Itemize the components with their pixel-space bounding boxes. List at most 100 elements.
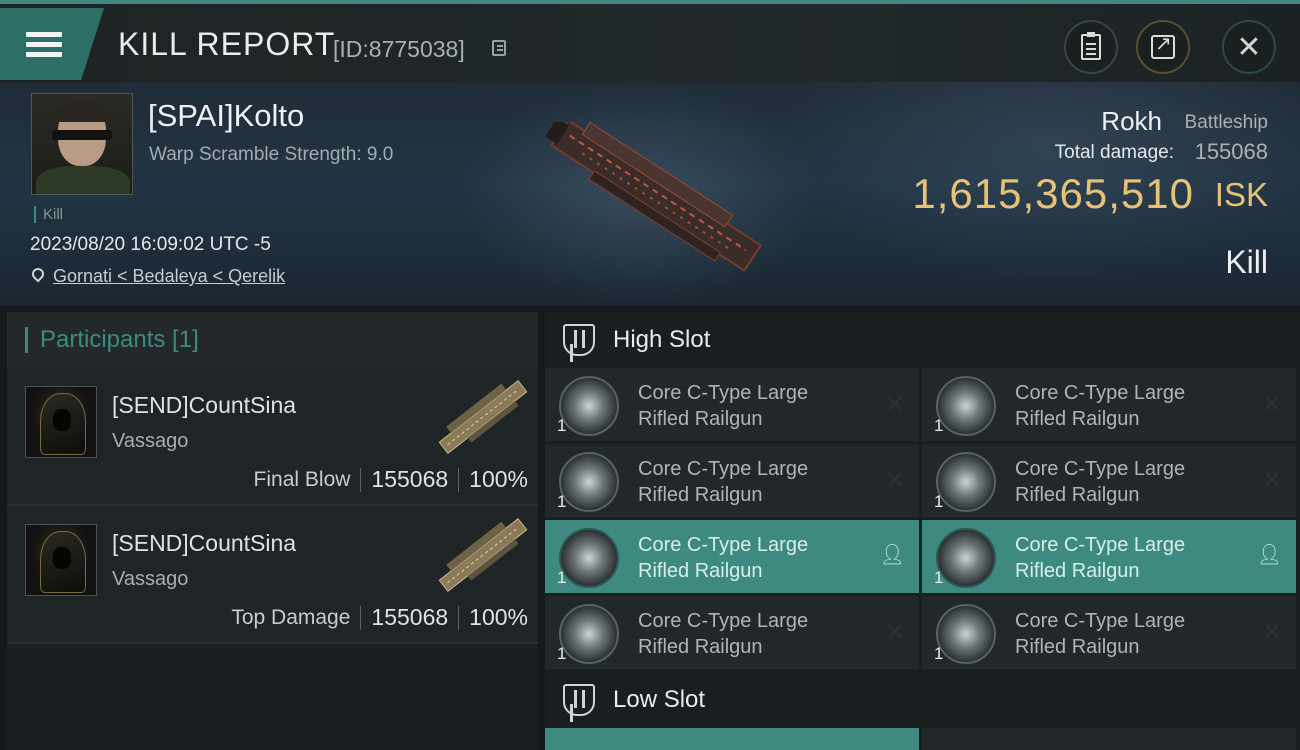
module-item[interactable]: 1 Core C-Type Large Rifled Railgun ✕ bbox=[922, 596, 1296, 669]
participants-header: Participants [1] bbox=[7, 312, 538, 368]
participant-card[interactable]: [SEND]CountSina Vassago Top Damage 15506… bbox=[7, 506, 538, 644]
destroyed-icon: ✕ bbox=[1261, 391, 1282, 418]
attacker-damage: 155068 bbox=[371, 604, 449, 630]
kill-result: Kill bbox=[1225, 244, 1268, 280]
low-slot-label: Low Slot bbox=[613, 686, 706, 713]
destroyed-icon: ✕ bbox=[1261, 467, 1282, 494]
attacker-damage-percent: 100% bbox=[469, 604, 528, 630]
railgun-icon bbox=[936, 452, 996, 512]
victim-ship-image[interactable] bbox=[530, 122, 780, 272]
railgun-icon bbox=[936, 604, 996, 664]
participants-title: Participants [1] bbox=[40, 326, 199, 353]
victim-ship-class: Battleship bbox=[1184, 112, 1268, 133]
module-quantity: 1 bbox=[934, 644, 944, 663]
low-slot-header: Low Slot bbox=[545, 672, 1300, 728]
isk-value: 1,615,365,510 bbox=[912, 170, 1194, 217]
location-pin-icon bbox=[29, 265, 47, 283]
victim-portrait[interactable] bbox=[31, 93, 133, 195]
module-name: Core C-Type Large Rifled Railgun bbox=[1015, 534, 1186, 582]
kill-tag: Kill bbox=[34, 206, 63, 223]
module-name: Core C-Type Large Rifled Railgun bbox=[638, 534, 809, 582]
railgun-icon bbox=[936, 528, 996, 588]
kill-id: [ID:8775038] bbox=[333, 36, 465, 62]
module-item[interactable]: 1 Core C-Type Large Rifled Railgun ✕ bbox=[545, 596, 919, 669]
copy-icon[interactable] bbox=[492, 40, 506, 56]
victim-name[interactable]: [SPAI]Kolto bbox=[148, 98, 304, 134]
module-quantity: 1 bbox=[934, 416, 944, 435]
destroyed-icon: ✕ bbox=[884, 467, 905, 494]
module-quantity: 1 bbox=[934, 492, 944, 511]
attacker-role: Top Damage bbox=[231, 605, 351, 629]
person-icon: 👤︎ bbox=[1256, 544, 1282, 566]
module-item[interactable]: 1 Core C-Type Large Rifled Railgun ✕ bbox=[922, 368, 1296, 441]
attacker-damage: 155068 bbox=[371, 466, 449, 492]
clipboard-button[interactable] bbox=[1064, 20, 1118, 74]
attacker-damage-percent: 100% bbox=[469, 466, 528, 492]
close-button[interactable]: ✕ bbox=[1222, 20, 1276, 74]
attacker-ship: Vassago bbox=[112, 430, 189, 452]
destroyed-icon: ✕ bbox=[884, 619, 905, 646]
victim-ship-name[interactable]: Rokh bbox=[1101, 106, 1162, 137]
module-name: Core C-Type Large Rifled Railgun bbox=[638, 382, 809, 430]
location-link[interactable]: Gornati < Bedaleya < Qerelik bbox=[53, 266, 285, 287]
total-damage-label: Total damage: bbox=[1054, 142, 1174, 163]
module-quantity: 1 bbox=[934, 568, 944, 587]
menu-button[interactable] bbox=[0, 8, 104, 80]
module-quantity: 1 bbox=[557, 568, 567, 587]
low-slot-icon bbox=[563, 684, 595, 716]
high-slot-icon bbox=[563, 324, 595, 356]
module-item[interactable]: 1 Core C-Type Large Rifled Railgun ✕ bbox=[545, 444, 919, 517]
railgun-icon bbox=[559, 376, 619, 436]
module-name: Core C-Type Large Rifled Railgun bbox=[1015, 382, 1186, 430]
module-item-dropped[interactable]: 1 Core C-Type Large Rifled Railgun 👤︎ bbox=[545, 520, 919, 593]
railgun-icon bbox=[559, 528, 619, 588]
attacker-ship-image bbox=[438, 517, 528, 593]
participant-card[interactable]: [SEND]CountSina Vassago Final Blow 15506… bbox=[7, 368, 538, 506]
person-icon: 👤︎ bbox=[879, 544, 905, 566]
railgun-icon bbox=[559, 604, 619, 664]
module-item[interactable] bbox=[545, 728, 919, 750]
participants-panel: Participants [1] [SEND]CountSina Vassago… bbox=[7, 312, 538, 750]
module-name: Core C-Type Large Rifled Railgun bbox=[1015, 458, 1186, 506]
module-item[interactable] bbox=[922, 728, 1296, 750]
attacker-name[interactable]: [SEND]CountSina bbox=[112, 392, 296, 419]
attacker-ship: Vassago bbox=[112, 568, 189, 590]
high-slot-header: High Slot bbox=[545, 312, 1300, 368]
destroyed-icon: ✕ bbox=[884, 391, 905, 418]
attacker-stats: Top Damage 155068 100% bbox=[231, 604, 528, 631]
page-title: KILL REPORT bbox=[118, 26, 336, 62]
module-quantity: 1 bbox=[557, 644, 567, 663]
module-name: Core C-Type Large Rifled Railgun bbox=[1015, 610, 1186, 658]
top-bar: KILL REPORT [ID:8775038] ✕ bbox=[0, 0, 1300, 82]
share-icon bbox=[1151, 31, 1175, 59]
module-quantity: 1 bbox=[557, 416, 567, 435]
close-icon: ✕ bbox=[1236, 30, 1262, 64]
clipboard-icon bbox=[1081, 32, 1101, 60]
warp-scramble-strength: Warp Scramble Strength: 9.0 bbox=[149, 144, 394, 165]
attacker-role: Final Blow bbox=[253, 467, 351, 491]
kill-timestamp: 2023/08/20 16:09:02 UTC -5 bbox=[30, 234, 271, 255]
module-name: Core C-Type Large Rifled Railgun bbox=[638, 610, 809, 658]
module-name: Core C-Type Large Rifled Railgun bbox=[638, 458, 809, 506]
railgun-icon bbox=[936, 376, 996, 436]
victim-summary: [SPAI]Kolto Warp Scramble Strength: 9.0 … bbox=[0, 82, 1300, 306]
module-item-dropped[interactable]: 1 Core C-Type Large Rifled Railgun 👤︎ bbox=[922, 520, 1296, 593]
module-item[interactable]: 1 Core C-Type Large Rifled Railgun ✕ bbox=[922, 444, 1296, 517]
hamburger-icon bbox=[26, 27, 62, 62]
isk-unit: ISK bbox=[1214, 176, 1268, 213]
attacker-avatar[interactable] bbox=[25, 386, 97, 458]
railgun-icon bbox=[559, 452, 619, 512]
total-damage-value: 155068 bbox=[1194, 139, 1268, 164]
share-button[interactable] bbox=[1136, 20, 1190, 74]
fitting-panel: High Slot 1 Core C-Type Large Rifled Rail… bbox=[545, 312, 1300, 750]
module-quantity: 1 bbox=[557, 492, 567, 511]
attacker-avatar[interactable] bbox=[25, 524, 97, 596]
module-item[interactable]: 1 Core C-Type Large Rifled Railgun ✕ bbox=[545, 368, 919, 441]
destroyed-icon: ✕ bbox=[1261, 619, 1282, 646]
attacker-name[interactable]: [SEND]CountSina bbox=[112, 530, 296, 557]
attacker-stats: Final Blow 155068 100% bbox=[254, 466, 528, 493]
low-slot-grid bbox=[545, 728, 1300, 750]
high-slot-label: High Slot bbox=[613, 326, 711, 353]
high-slot-grid: 1 Core C-Type Large Rifled Railgun ✕ 1 Co… bbox=[545, 368, 1300, 669]
attacker-ship-image bbox=[438, 379, 528, 455]
